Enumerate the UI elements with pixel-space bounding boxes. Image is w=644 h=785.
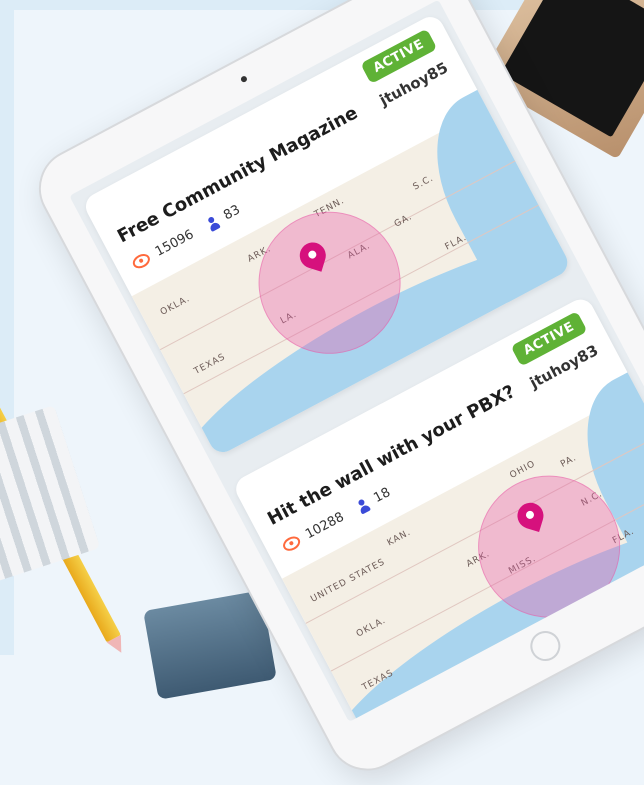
- eye-icon: [130, 251, 153, 272]
- map-label: PA.: [559, 453, 579, 470]
- map-label: OKLA.: [158, 293, 192, 318]
- map-label: OKLA.: [354, 615, 388, 640]
- users-count: 83: [221, 202, 243, 224]
- camera-dot: [239, 75, 249, 84]
- map-label: KAN.: [385, 527, 413, 549]
- user-icon: [356, 497, 371, 514]
- home-button[interactable]: [525, 625, 566, 667]
- users-count: 18: [371, 484, 394, 506]
- notebook: [0, 405, 101, 585]
- views-count: 15096: [152, 227, 197, 260]
- map-label: UNITED STATES: [309, 557, 388, 605]
- eye-icon: [280, 533, 303, 554]
- map-label: S.C.: [411, 173, 436, 193]
- pencil-tip: [106, 634, 129, 657]
- user-icon: [206, 214, 221, 231]
- map-label: FLA.: [443, 232, 469, 253]
- views-count: 10288: [303, 509, 347, 543]
- map-label: GA.: [392, 211, 415, 230]
